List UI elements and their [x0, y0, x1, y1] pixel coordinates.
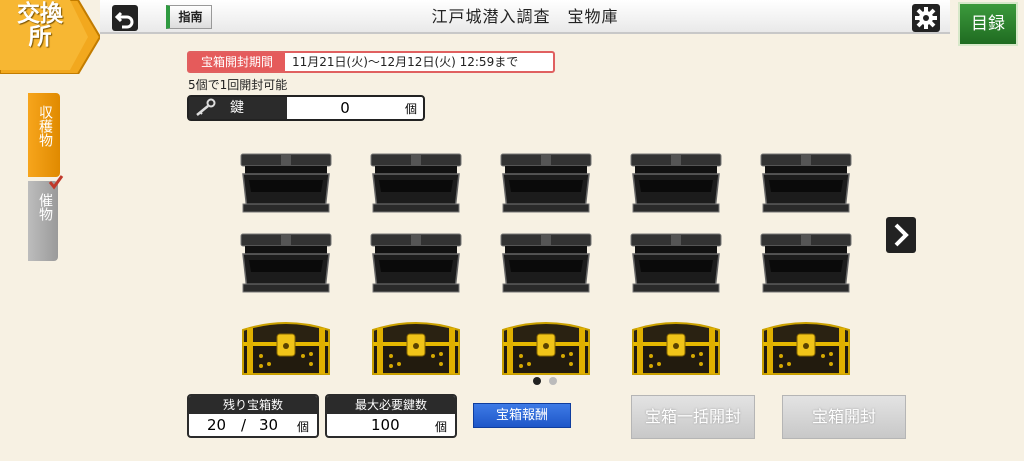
period-label: 宝箱開封期間 [189, 53, 285, 71]
treasure-chest-opened[interactable] [369, 232, 463, 296]
remaining-chests-label: 残り宝箱数 [189, 396, 317, 414]
tab-harvest[interactable]: 収穫物 [28, 93, 60, 177]
page-dot-active [533, 377, 541, 385]
treasure-chest-opened[interactable] [629, 152, 723, 216]
page-dot [549, 377, 557, 385]
exchange-badge: 交換所 [0, 0, 100, 74]
treasure-chest-opened[interactable] [369, 152, 463, 216]
tab-event[interactable]: 催物 [28, 181, 58, 261]
period-value: 11月21日(火)〜12月12日(火) 12:59まで [292, 55, 519, 69]
max-keys-label: 最大必要鍵数 [327, 396, 455, 414]
treasure-chest-closed[interactable] [759, 316, 853, 380]
remaining-chests-value: 20 [207, 416, 227, 434]
treasure-chest-opened[interactable] [759, 232, 853, 296]
checkmark-icon [48, 175, 64, 190]
chevron-right-icon [894, 223, 909, 247]
remaining-chests-total: 30 [259, 416, 279, 434]
max-keys-value: 100 [371, 416, 400, 434]
remaining-chests-separator: / [241, 416, 247, 434]
tab-event-label: 催物 [37, 193, 53, 221]
chest-reward-button[interactable]: 宝箱報酬 [473, 403, 571, 428]
key-count: 0 [340, 99, 350, 117]
gear-icon [915, 7, 937, 29]
treasure-chest-closed[interactable] [239, 316, 333, 380]
key-label: 鍵 [230, 100, 244, 116]
key-icon [196, 98, 216, 116]
guide-button[interactable]: 指南 [166, 5, 212, 29]
max-keys-unit: 個 [435, 420, 448, 434]
open-chest-button[interactable]: 宝箱開封 [782, 395, 906, 439]
treasure-chest-closed[interactable] [499, 316, 593, 380]
remaining-chests-unit: 個 [297, 420, 310, 434]
page-title: 江戸城潜入調査 宝物庫 [431, 7, 619, 26]
remaining-chests-box: 残り宝箱数 20 / 30 個 [187, 394, 319, 438]
back-arrow-icon [114, 11, 134, 29]
open-rule-text: 5個で1回開封可能 [188, 78, 288, 92]
treasure-chest-closed[interactable] [629, 316, 723, 380]
treasure-chest-opened[interactable] [499, 232, 593, 296]
max-keys-box: 最大必要鍵数 100 個 [325, 394, 457, 438]
tab-harvest-label: 収穫物 [37, 105, 53, 147]
bulk-open-button[interactable]: 宝箱一括開封 [631, 395, 755, 439]
catalog-button[interactable]: 目録 [958, 2, 1018, 46]
treasure-chest-opened[interactable] [759, 152, 853, 216]
treasure-chest-opened[interactable] [239, 232, 333, 296]
back-button[interactable] [112, 5, 138, 31]
settings-button[interactable] [912, 4, 940, 32]
treasure-chest-opened[interactable] [499, 152, 593, 216]
exchange-badge-label: 交換所 [17, 0, 63, 50]
treasure-chest-opened[interactable] [629, 232, 723, 296]
next-page-button[interactable] [886, 217, 916, 253]
key-unit: 個 [405, 102, 418, 116]
treasure-chest-closed[interactable] [369, 316, 463, 380]
treasure-chest-opened[interactable] [239, 152, 333, 216]
